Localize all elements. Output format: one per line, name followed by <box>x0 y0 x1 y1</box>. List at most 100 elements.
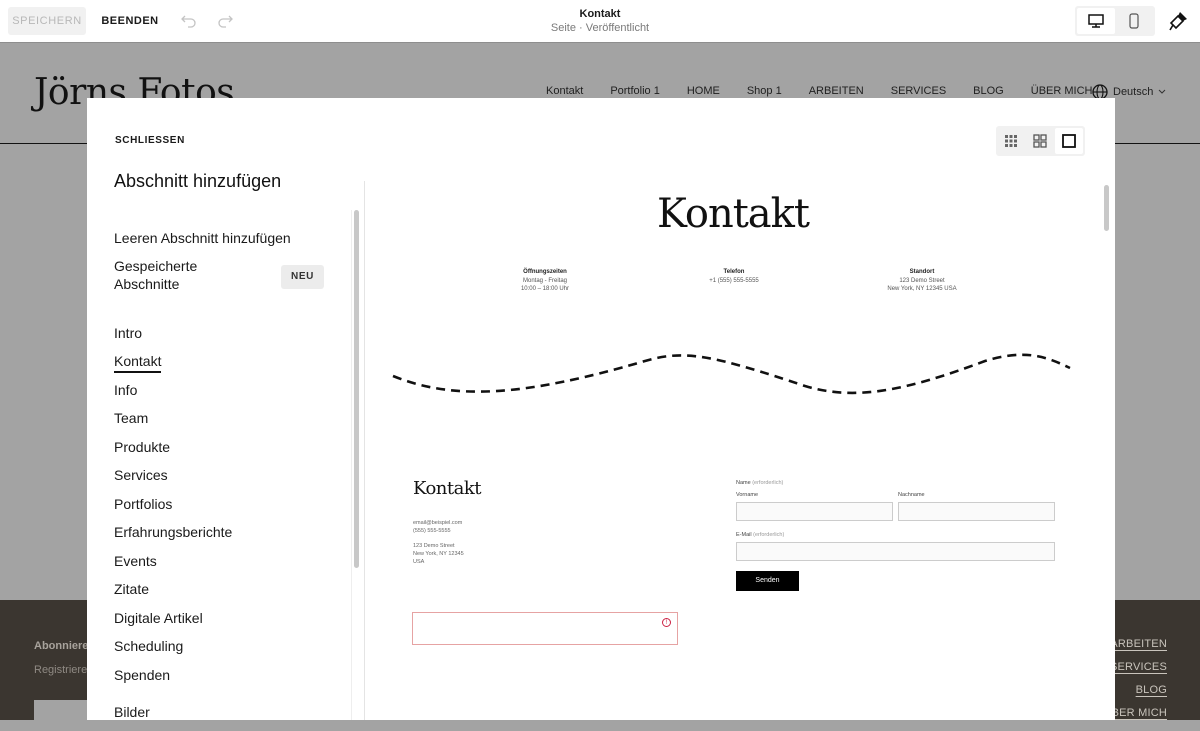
category-events[interactable]: Events <box>114 551 334 580</box>
redo-icon[interactable] <box>214 10 236 32</box>
category-spenden[interactable]: Spenden <box>114 665 334 694</box>
saved-sections-label: Gespeicherte Abschnitte <box>114 257 198 292</box>
single-view-button[interactable] <box>1055 128 1083 154</box>
category-scrollbar-thumb[interactable] <box>354 210 359 568</box>
device-toggle <box>1075 6 1155 36</box>
exit-button[interactable]: BEENDEN <box>98 7 162 35</box>
send-button: Senden <box>736 571 799 591</box>
add-blank-section-label: Leeren Abschnitt hinzufügen <box>114 230 291 246</box>
last-name-label: Nachname <box>898 492 925 498</box>
category-label: Bilder <box>114 704 150 720</box>
contact-spacer <box>413 535 464 542</box>
category-services[interactable]: Services <box>114 465 334 494</box>
category-label: Events <box>114 552 157 569</box>
category-label: Digitale Artikel <box>114 609 203 626</box>
email-label: E-Mail (erforderlich) <box>736 532 784 538</box>
first-name-input <box>736 502 893 521</box>
category-kontakt[interactable]: Kontakt <box>114 351 334 380</box>
medium-grid-view-button[interactable] <box>1026 128 1054 154</box>
required-note: (erforderlich) <box>752 480 784 486</box>
site-nav-item[interactable]: Shop 1 <box>747 85 782 97</box>
category-label: Erfahrungsberichte <box>114 524 233 540</box>
category-intro[interactable]: Intro <box>114 323 334 352</box>
preview-info-hours: Öffnungszeiten Montag - Freitag 10:00 – … <box>485 268 605 294</box>
preview-error-block: ! <box>412 612 678 645</box>
site-nav-item[interactable]: HOME <box>687 85 720 97</box>
preview-heading: Kontakt <box>657 191 810 237</box>
close-button[interactable]: SCHLIESSEN <box>115 135 185 146</box>
last-name-input <box>898 502 1055 521</box>
info-line: Montag - Freitag <box>522 277 568 284</box>
language-label: Deutsch <box>1113 86 1154 98</box>
preview-info-location: Standort 123 Demo Street New York, NY 12… <box>862 268 982 294</box>
desktop-icon <box>1088 14 1104 28</box>
page-title: Kontakt <box>579 8 621 20</box>
grid-small-icon <box>1005 135 1017 147</box>
info-line: 123 Demo Street <box>899 277 945 284</box>
modal-title: Abschnitt hinzufügen <box>114 171 282 191</box>
chevron-down-icon <box>1159 89 1166 94</box>
site-nav-item[interactable]: ÜBER MICH <box>1031 85 1093 97</box>
paintbrush-icon[interactable] <box>1166 9 1190 33</box>
category-erfahrungsberichte[interactable]: Erfahrungsberichte <box>114 522 334 551</box>
preview-scrollbar-thumb[interactable] <box>1104 185 1109 231</box>
save-button[interactable]: SPEICHERN <box>8 7 86 35</box>
mobile-view-button[interactable] <box>1115 8 1153 34</box>
undo-icon[interactable] <box>178 10 200 32</box>
preview-layout-toggle <box>996 126 1085 156</box>
category-label: Team <box>114 410 149 426</box>
first-name-label: Vorname <box>736 492 759 498</box>
page-title-block: Kontakt Seite · Veröffentlicht <box>500 7 700 35</box>
desktop-view-button[interactable] <box>1077 8 1115 34</box>
warning-icon: ! <box>662 618 671 627</box>
email-label-text: E-Mail <box>736 532 752 538</box>
small-grid-view-button[interactable] <box>997 128 1025 154</box>
preview-contact-heading: Kontakt <box>413 478 482 499</box>
square-icon <box>1062 134 1076 148</box>
site-nav-item[interactable]: Kontakt <box>546 85 583 97</box>
name-label-text: Name <box>736 480 751 486</box>
category-label: Spenden <box>114 666 171 683</box>
contact-line: New York, NY 12345 <box>413 551 464 557</box>
category-label: Portfolios <box>114 495 173 512</box>
footer-subscribe-title: Abonnieren <box>34 640 96 652</box>
info-line: +1 (555) 555-5555 <box>709 277 759 284</box>
saved-sections-item[interactable]: Gespeicherte Abschnitte NEU <box>114 257 334 313</box>
dashed-wave-divider <box>392 353 1071 395</box>
page-status: Seite · Veröffentlicht <box>550 22 650 34</box>
site-nav-item[interactable]: SERVICES <box>891 85 946 97</box>
site-nav-item[interactable]: BLOG <box>973 85 1004 97</box>
category-zitate[interactable]: Zitate <box>114 579 334 608</box>
email-input <box>736 542 1055 561</box>
category-label: Scheduling <box>114 638 184 654</box>
contact-line: email@beispiel.com <box>413 520 463 526</box>
category-label: Info <box>114 381 138 398</box>
section-preview[interactable]: Kontakt Öffnungszeiten Montag - Freitag … <box>364 181 1100 720</box>
info-line: New York, NY 12345 USA <box>887 286 957 292</box>
category-team[interactable]: Team <box>114 408 334 437</box>
info-title: Öffnungszeiten <box>523 269 567 275</box>
category-produkte[interactable]: Produkte <box>114 437 334 466</box>
section-category-list: Leeren Abschnitt hinzufügen Gespeicherte… <box>114 228 334 731</box>
contact-line: 123 Demo Street <box>413 543 455 549</box>
preview-info-phone: Telefon +1 (555) 555-5555 <box>674 268 794 285</box>
category-bilder[interactable]: Bilder <box>114 702 334 731</box>
info-title: Telefon <box>723 269 745 275</box>
new-badge: NEU <box>281 264 324 289</box>
add-blank-section[interactable]: Leeren Abschnitt hinzufügen <box>114 228 334 257</box>
grid-large-icon <box>1033 134 1047 148</box>
category-digitale-artikel[interactable]: Digitale Artikel <box>114 608 334 637</box>
category-scheduling[interactable]: Scheduling <box>114 636 334 665</box>
editor-toolbar: SPEICHERN BEENDEN Kontakt Seite · Veröff… <box>0 0 1200 43</box>
site-nav-item[interactable]: ARBEITEN <box>809 85 864 97</box>
category-label: Services <box>114 467 168 483</box>
add-section-modal: SCHLIESSEN Abschnitt hinzufügen Leeren A… <box>87 98 1115 720</box>
name-label: Name (erforderlich) <box>736 480 783 486</box>
category-info[interactable]: Info <box>114 380 334 409</box>
category-portfolios[interactable]: Portfolios <box>114 494 334 523</box>
category-label: Produkte <box>114 438 171 455</box>
site-nav: Kontakt Portfolio 1 HOME Shop 1 ARBEITEN… <box>546 85 1119 97</box>
preview-contact-details: email@beispiel.com (555) 555-5555 123 De… <box>413 519 464 566</box>
mobile-icon <box>1129 13 1139 29</box>
site-nav-item[interactable]: Portfolio 1 <box>610 85 660 97</box>
